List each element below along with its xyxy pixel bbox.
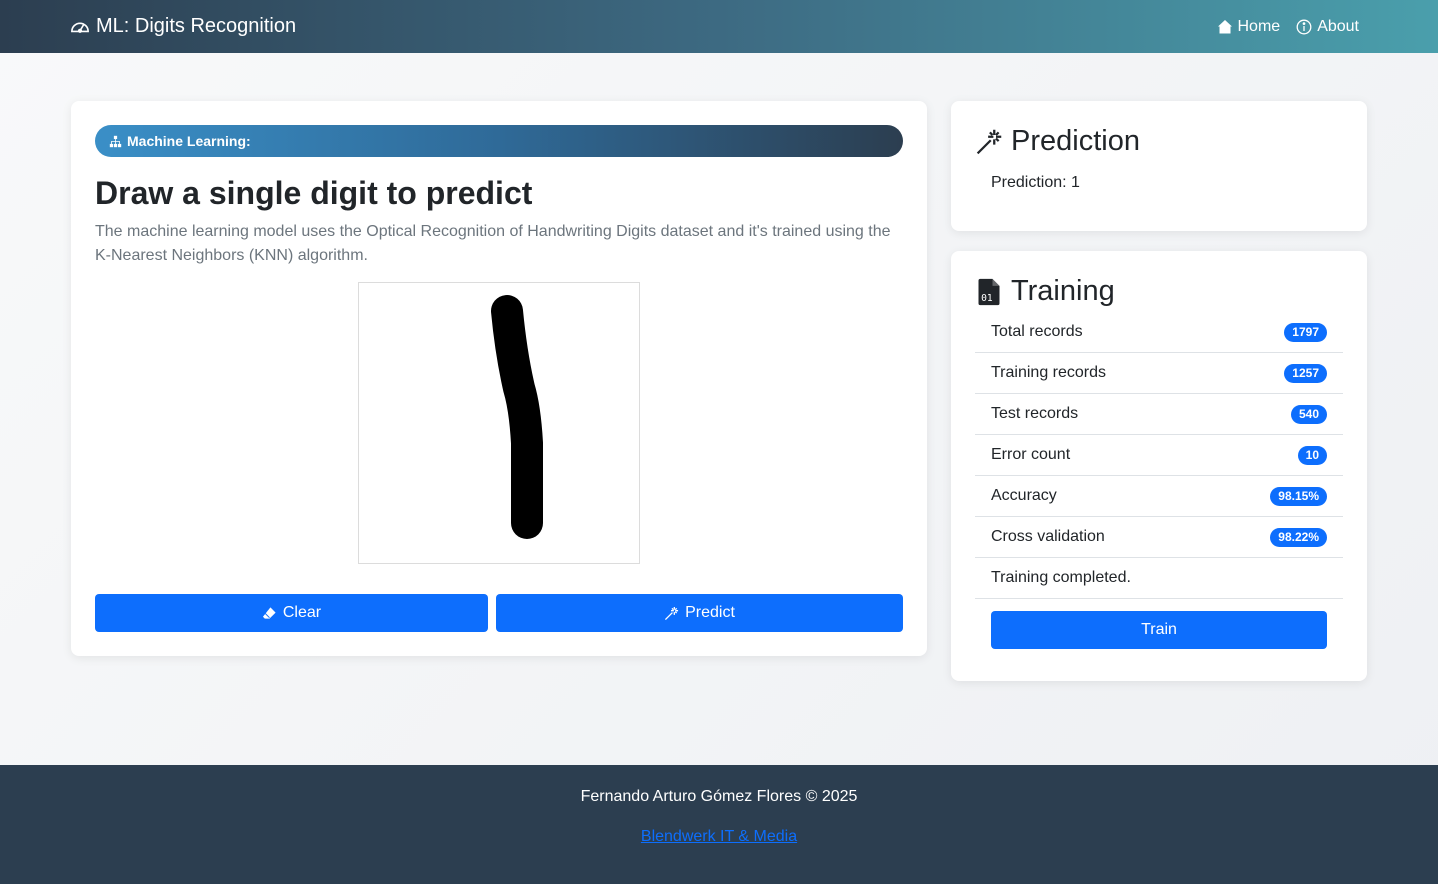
- prediction-header: Prediction: [975, 125, 1343, 158]
- section-badge-label: Machine Learning:: [127, 133, 251, 149]
- binary-file-icon: 01: [978, 278, 1000, 305]
- footer: Fernando Arturo Gómez Flores © 2025 Blen…: [0, 765, 1438, 884]
- prediction-result: Prediction: 1: [991, 174, 1080, 191]
- clear-label: Clear: [282, 604, 322, 621]
- training-status: Training completed.: [975, 558, 1343, 599]
- drawn-stroke: [491, 295, 543, 539]
- train-button[interactable]: Train: [991, 611, 1327, 649]
- stat-badge: 1797: [1284, 322, 1327, 342]
- footer-link-wrap: Blendwerk IT & Media: [0, 828, 1438, 846]
- stat-label: Accuracy: [991, 487, 1057, 504]
- diagram-icon: [109, 135, 122, 147]
- nav-about-label: About: [1317, 17, 1359, 35]
- nav-home-label: Home: [1237, 17, 1281, 35]
- stat-badge: 98.22%: [1270, 527, 1327, 547]
- house-icon: [1217, 19, 1232, 33]
- clear-button[interactable]: Clear: [95, 594, 488, 632]
- drawing-canvas[interactable]: [358, 282, 640, 564]
- train-label: Train: [1141, 621, 1177, 638]
- page-title: Draw a single digit to predict: [95, 175, 533, 211]
- list-item: Total records 1797: [975, 312, 1343, 353]
- prediction-title: Prediction: [1011, 125, 1140, 157]
- footer-link[interactable]: Blendwerk IT & Media: [641, 828, 797, 845]
- page-description: The machine learning model uses the Opti…: [95, 223, 891, 264]
- list-item: Test records 540: [975, 394, 1343, 435]
- stat-badge: 98.15%: [1270, 486, 1327, 506]
- stat-label: Test records: [991, 405, 1079, 422]
- speedometer-icon: [71, 22, 89, 33]
- brand[interactable]: ML: Digits Recognition: [70, 15, 296, 38]
- stat-badge: 10: [1297, 445, 1327, 465]
- stat-badge: 540: [1290, 404, 1327, 424]
- magic-wand-icon: [665, 606, 679, 620]
- nav-about-link[interactable]: About: [1296, 18, 1359, 36]
- list-item: Error count 10: [975, 435, 1343, 476]
- training-stats-list: Total records 1797 Training records 1257…: [975, 312, 1343, 599]
- eraser-icon: [262, 606, 276, 619]
- nav-home-link[interactable]: Home: [1217, 17, 1281, 36]
- training-title: Training: [1011, 275, 1115, 307]
- draw-card: Machine Learning: Draw a single digit to…: [71, 101, 927, 656]
- nav-links: Home About: [1217, 17, 1359, 36]
- prediction-card: Prediction Prediction: 1: [951, 101, 1367, 231]
- svg-text:01: 01: [981, 292, 993, 303]
- magic-wand-icon: [976, 129, 1002, 154]
- stat-label: Error count: [991, 446, 1071, 463]
- stat-label: Cross validation: [991, 528, 1105, 545]
- training-status-text: Training completed.: [991, 569, 1131, 586]
- predict-button[interactable]: Predict: [496, 594, 903, 632]
- stat-label: Total records: [991, 323, 1083, 340]
- section-badge: Machine Learning:: [95, 125, 903, 157]
- info-circle-icon: [1296, 19, 1312, 34]
- stat-label: Training records: [991, 364, 1107, 381]
- list-item: Training records 1257: [975, 353, 1343, 394]
- list-item: Accuracy 98.15%: [975, 476, 1343, 517]
- footer-copyright: Fernando Arturo Gómez Flores © 2025: [580, 788, 858, 805]
- stat-badge: 1257: [1284, 363, 1327, 383]
- training-header: 01 Training: [975, 275, 1343, 308]
- training-card: 01 Training Total records 1797 Training …: [951, 251, 1367, 681]
- navbar: ML: Digits Recognition Home About: [0, 0, 1438, 53]
- brand-title: ML: Digits Recognition: [96, 15, 297, 37]
- list-item: Cross validation 98.22%: [975, 517, 1343, 558]
- predict-label: Predict: [685, 604, 735, 621]
